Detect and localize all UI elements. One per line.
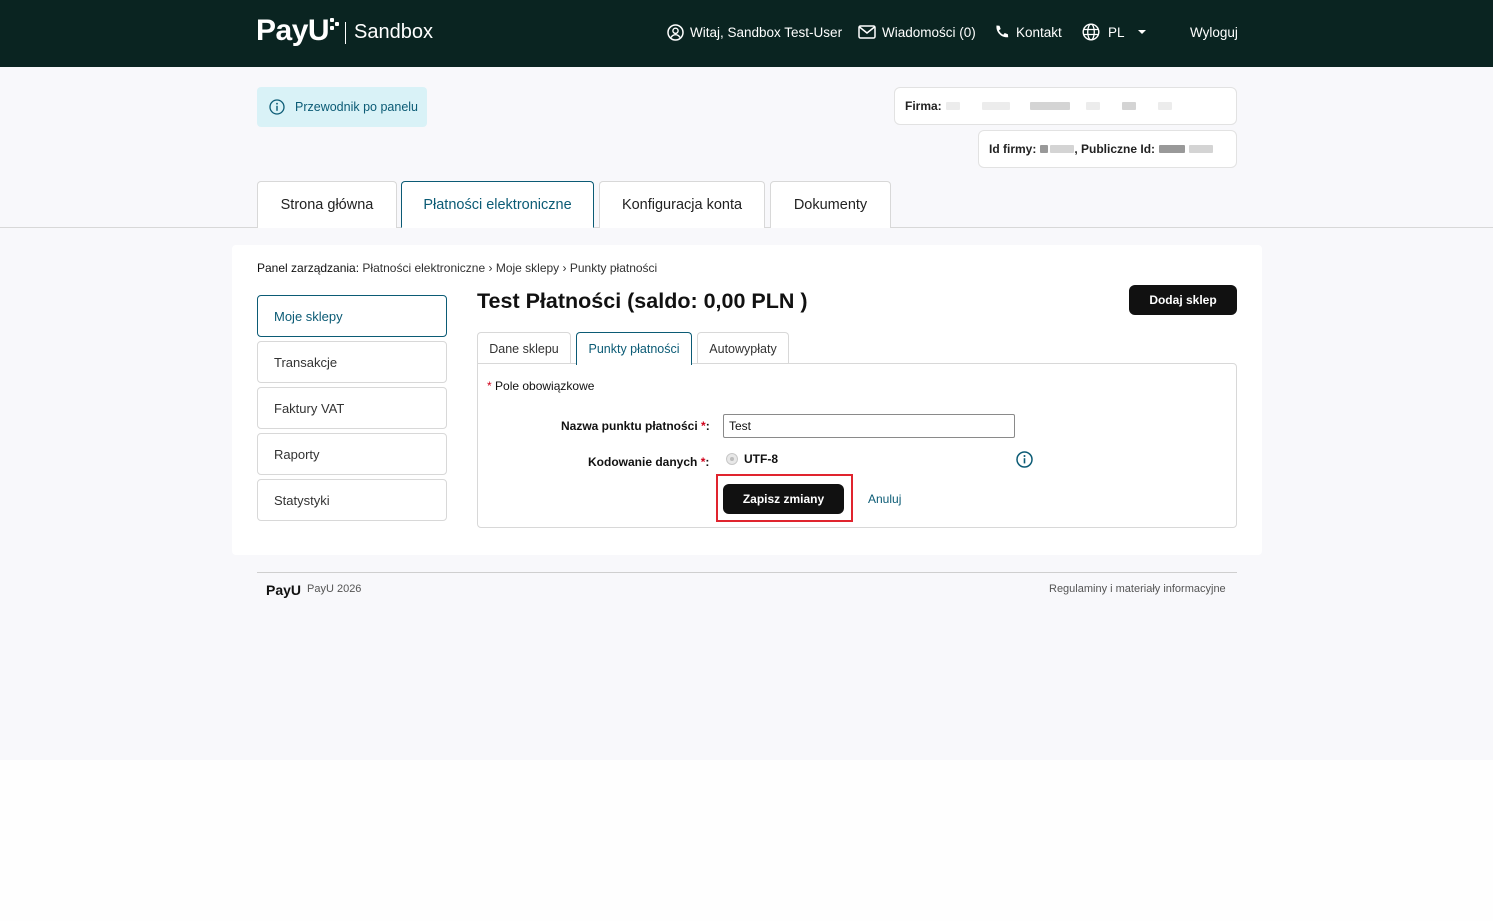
tab-auto-payouts[interactable]: Autowypłaty [697, 332, 789, 364]
add-shop-button[interactable]: Dodaj sklep [1129, 285, 1237, 315]
footer-divider [257, 572, 1237, 573]
envelope-icon [858, 25, 876, 39]
language-selector[interactable]: PL [1082, 22, 1147, 42]
user-greeting-link[interactable]: Witaj, Sandbox Test-User [667, 22, 842, 42]
redacted-value [1157, 102, 1172, 110]
messages-link[interactable]: Wiadomości (0) [858, 22, 976, 42]
breadcrumb-path[interactable]: Płatności elektroniczne › Moje sklepy › … [362, 261, 657, 275]
tab-shop-data[interactable]: Dane sklepu [477, 332, 571, 364]
label-suffix: : [705, 419, 710, 433]
encoding-option-label: UTF-8 [744, 452, 778, 466]
panel-guide-label: Przewodnik po panelu [295, 100, 418, 114]
sidebar-item-statistics[interactable]: Statystyki [257, 479, 447, 521]
redacted-value [945, 102, 960, 110]
data-encoding-label: Kodowanie danych *: [588, 455, 709, 469]
logo-dots-icon [329, 18, 340, 48]
tab-documents[interactable]: Dokumenty [770, 181, 891, 228]
tab-account-configuration[interactable]: Konfiguracja konta [599, 181, 765, 228]
breadcrumb-prefix: Panel zarządzania: [257, 261, 360, 275]
required-star: * [487, 379, 492, 393]
footer-logo: PayU [266, 582, 302, 598]
cancel-link[interactable]: Anuluj [868, 492, 901, 506]
logout-link[interactable]: Wyloguj [1190, 22, 1238, 42]
messages-label: Wiadomości (0) [882, 24, 976, 40]
info-icon[interactable] [1016, 451, 1033, 468]
redacted-value [1159, 145, 1186, 153]
page-title: Test Płatności (saldo: 0,00 PLN ) [477, 289, 808, 313]
language-label: PL [1108, 24, 1125, 40]
encoding-utf8-option[interactable]: UTF-8 [726, 452, 778, 466]
payu-sandbox-logo[interactable]: PayU Sandbox [256, 14, 433, 48]
info-icon [269, 99, 285, 115]
redacted-value [981, 102, 1010, 110]
company-name-box: Firma: [894, 87, 1237, 125]
tab-payment-points[interactable]: Punkty płatności [576, 332, 692, 365]
environment-label: Sandbox [354, 21, 434, 43]
tab-home[interactable]: Strona główna [257, 181, 397, 228]
contact-link[interactable]: Kontakt [993, 22, 1062, 42]
panel-guide-button[interactable]: Przewodnik po panelu [257, 87, 427, 127]
logout-label: Wyloguj [1190, 24, 1238, 40]
terms-link[interactable]: Regulaminy i materiały informacyjne [1049, 583, 1226, 595]
redacted-value [1040, 145, 1049, 153]
save-changes-button[interactable]: Zapisz zmiany [723, 484, 844, 514]
contact-label: Kontakt [1016, 24, 1062, 40]
redacted-value [1050, 145, 1075, 153]
sidebar-item-vat-invoices[interactable]: Faktury VAT [257, 387, 447, 429]
logo-divider [345, 22, 347, 44]
redacted-value [1029, 102, 1070, 110]
page-background [0, 760, 1493, 921]
redacted-value [1189, 145, 1214, 153]
label-suffix: : [705, 455, 710, 469]
redacted-value [1085, 102, 1100, 110]
sidebar-item-reports[interactable]: Raporty [257, 433, 447, 475]
sidebar-item-transactions[interactable]: Transakcje [257, 341, 447, 383]
user-icon [667, 23, 684, 41]
tab-electronic-payments[interactable]: Płatności elektroniczne [401, 181, 594, 228]
payment-point-name-input[interactable] [723, 414, 1015, 438]
caret-down-icon [1137, 30, 1146, 34]
globe-icon [1082, 23, 1100, 41]
required-note-text: Pole obowiązkowe [495, 379, 595, 393]
logo-text: PayU [256, 14, 330, 47]
redacted-value [1121, 102, 1136, 110]
public-id-label: , Publiczne Id: [1074, 142, 1156, 156]
breadcrumb: Panel zarządzania: Płatności elektronicz… [257, 261, 657, 275]
name-label-text: Nazwa punktu płatności [561, 419, 698, 433]
footer-copyright: PayU 2026 [307, 583, 362, 595]
sidebar-item-my-shops[interactable]: Moje sklepy [257, 295, 447, 337]
firm-label: Firma: [905, 99, 942, 113]
user-greeting-label: Witaj, Sandbox Test-User [690, 24, 843, 40]
required-fields-note: * Pole obowiązkowe [487, 379, 594, 393]
firm-id-label: Id firmy: [989, 142, 1037, 156]
encoding-radio[interactable] [726, 453, 738, 465]
company-ids-box: Id firmy: , Publiczne Id: [978, 130, 1237, 168]
top-navigation-bar: PayU Sandbox Witaj, Sandbox Test-User Wi… [0, 0, 1493, 67]
encoding-label-text: Kodowanie danych [588, 455, 698, 469]
payment-point-name-label: Nazwa punktu płatności *: [561, 419, 710, 433]
phone-icon [996, 25, 1009, 37]
